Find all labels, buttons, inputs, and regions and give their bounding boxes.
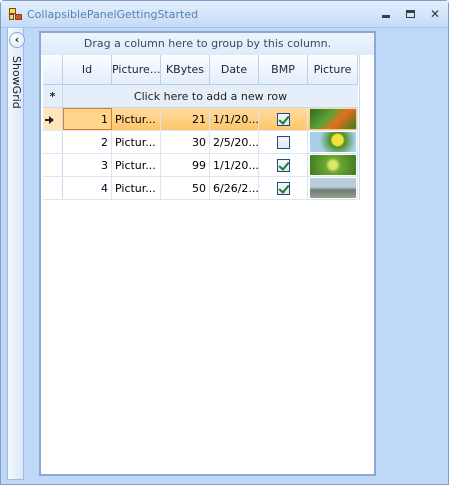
bmp-checkbox[interactable]	[277, 113, 290, 126]
table-row[interactable]: 3 Pictur... 99 1/1/20...	[43, 154, 358, 177]
leaves-green-thumbnail	[310, 155, 356, 175]
row-indicator[interactable]	[43, 108, 63, 130]
bmp-checkbox[interactable]	[277, 136, 290, 149]
grid-panel: Drag a column here to group by this colu…	[39, 31, 376, 476]
cell-picture[interactable]	[308, 131, 358, 153]
row-header-corner[interactable]	[43, 55, 63, 84]
current-row-arrow-icon	[45, 116, 54, 124]
window-title: CollapsiblePanelGettingStarted	[27, 8, 199, 21]
group-by-panel[interactable]: Drag a column here to group by this colu…	[41, 33, 374, 55]
minimize-icon	[382, 15, 390, 18]
new-row-icon: *	[43, 85, 63, 107]
cell-bmp[interactable]	[259, 154, 308, 176]
cell-date[interactable]: 1/1/20...	[210, 108, 259, 130]
cell-kbytes[interactable]: 99	[161, 154, 210, 176]
table-row[interactable]: 4 Pictur... 50 6/26/2...	[43, 177, 358, 200]
row-indicator[interactable]	[43, 154, 63, 176]
cell-bmp[interactable]	[259, 131, 308, 153]
maximize-icon	[406, 10, 415, 18]
cell-picture-name[interactable]: Pictur...	[112, 108, 161, 130]
flower-orange-thumbnail	[310, 109, 356, 129]
cell-kbytes[interactable]: 50	[161, 177, 210, 199]
column-header-id[interactable]: Id	[63, 55, 112, 84]
cell-picture-name[interactable]: Pictur...	[112, 177, 161, 199]
column-header-picture-name[interactable]: Picture...	[112, 55, 161, 84]
expand-panel-button[interactable]: ‹	[9, 32, 25, 48]
column-header-row: Id Picture... KBytes Date BMP Picture	[43, 55, 358, 85]
app-window: CollapsiblePanelGettingStarted ✕ ‹ ShowG…	[0, 0, 449, 485]
table-row[interactable]: 1 Pictur... 21 1/1/20...	[43, 108, 358, 131]
cell-picture[interactable]	[308, 108, 358, 130]
cell-bmp[interactable]	[259, 108, 308, 130]
side-panel-label: ShowGrid	[10, 56, 23, 109]
table-row[interactable]: 2 Pictur... 30 2/5/20...	[43, 131, 358, 154]
cell-kbytes[interactable]: 21	[161, 108, 210, 130]
cell-picture-name[interactable]: Pictur...	[112, 154, 161, 176]
bmp-checkbox[interactable]	[277, 182, 290, 195]
row-indicator[interactable]	[43, 131, 63, 153]
cell-bmp[interactable]	[259, 177, 308, 199]
cell-id[interactable]: 1	[63, 108, 112, 130]
maximize-button[interactable]	[401, 6, 419, 22]
data-grid: Id Picture... KBytes Date BMP Picture * …	[43, 55, 358, 200]
grid-right-edge	[359, 55, 360, 200]
close-button[interactable]: ✕	[426, 6, 444, 22]
app-icon	[9, 8, 23, 21]
cell-picture[interactable]	[308, 154, 358, 176]
cell-date[interactable]: 6/26/2...	[210, 177, 259, 199]
cell-date[interactable]: 1/1/20...	[210, 154, 259, 176]
mountain-lake-thumbnail	[310, 178, 356, 198]
column-header-bmp[interactable]: BMP	[259, 55, 308, 84]
column-header-kbytes[interactable]: KBytes	[161, 55, 210, 84]
title-bar[interactable]: CollapsiblePanelGettingStarted ✕	[1, 1, 448, 28]
cell-id[interactable]: 4	[63, 177, 112, 199]
flower-yellow-thumbnail	[310, 132, 356, 152]
cell-id[interactable]: 2	[63, 131, 112, 153]
minimize-button[interactable]	[377, 6, 395, 22]
cell-kbytes[interactable]: 30	[161, 131, 210, 153]
add-new-row-text: Click here to add a new row	[133, 90, 288, 103]
bmp-checkbox[interactable]	[277, 159, 290, 172]
row-indicator[interactable]	[43, 177, 63, 199]
column-header-date[interactable]: Date	[210, 55, 259, 84]
cell-date[interactable]: 2/5/20...	[210, 131, 259, 153]
column-header-picture[interactable]: Picture	[308, 55, 358, 84]
add-new-row[interactable]: * Click here to add a new row	[43, 85, 358, 108]
cell-id[interactable]: 3	[63, 154, 112, 176]
cell-picture-name[interactable]: Pictur...	[112, 131, 161, 153]
collapsed-side-panel[interactable]: ‹ ShowGrid	[7, 28, 25, 480]
cell-picture[interactable]	[308, 177, 358, 199]
